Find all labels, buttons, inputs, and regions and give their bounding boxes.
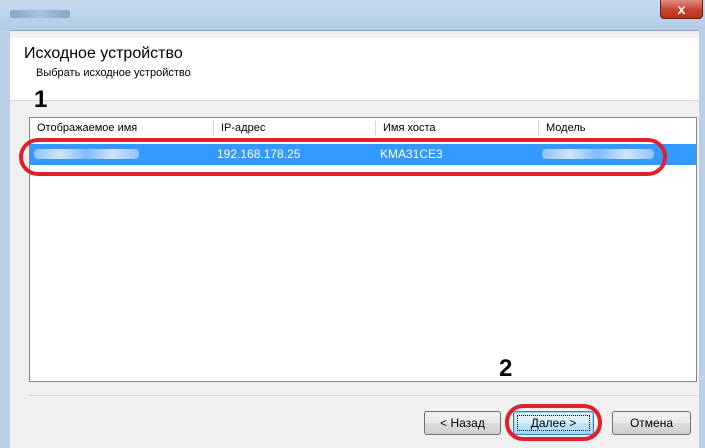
next-highlight-annotation (505, 404, 602, 441)
step-marker-1: 1 (34, 86, 48, 113)
page-title: Исходное устройство (24, 45, 183, 62)
row-highlight-annotation (19, 138, 667, 176)
column-divider[interactable] (538, 121, 539, 135)
window-frame-left (0, 30, 10, 448)
column-header-display-name[interactable]: Отображаемое имя (37, 122, 137, 134)
column-header-hostname[interactable]: Имя хоста (383, 122, 436, 134)
cancel-button[interactable]: Отмена (612, 411, 691, 435)
dialog-window: x Исходное устройство Выбрать исходное у… (0, 0, 705, 448)
column-header-ip[interactable]: IP-адрес (221, 122, 265, 134)
close-icon: x (677, 1, 686, 17)
close-button[interactable]: x (660, 0, 703, 19)
button-separator (29, 395, 697, 396)
column-header-model[interactable]: Модель (546, 122, 585, 134)
back-button[interactable]: < Назад (424, 411, 501, 435)
column-divider[interactable] (213, 121, 214, 135)
title-bar[interactable]: x (0, 0, 705, 31)
column-divider[interactable] (375, 121, 376, 135)
page-subtitle: Выбрать исходное устройство (36, 67, 191, 79)
window-frame-right (699, 30, 705, 448)
window-title-redacted (10, 10, 70, 18)
step-marker-2: 2 (499, 355, 513, 382)
